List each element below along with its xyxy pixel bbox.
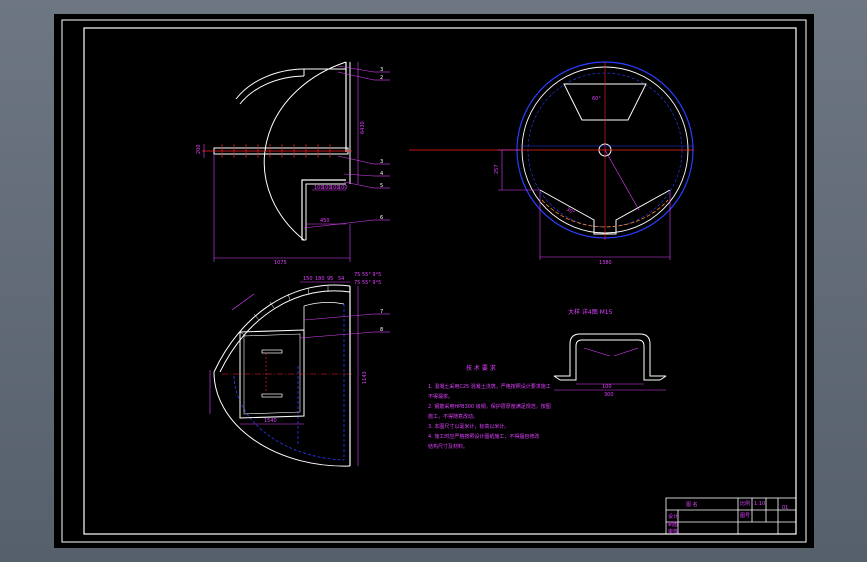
tl-thickness-dim: 200 [196, 144, 202, 154]
bl-dim-d: 54 [338, 276, 344, 282]
tb-sheet-value: 01 [782, 505, 788, 511]
tr-width-dim: 1380 [599, 260, 612, 266]
top-right-view: 60° 1380 257 30° [409, 61, 694, 266]
note-line: 2. 钢筋采用HPB300 级钢，保护层厚度满足规范，按图 [428, 403, 551, 410]
tl-callout-4: 4 [380, 171, 383, 177]
tb-scale-label: 比例 [740, 500, 750, 507]
bl-height-dim: 1143 [362, 371, 368, 384]
note-line: 结构尺寸及材料。 [428, 443, 468, 450]
tb-scale-value: 1:10 [754, 501, 765, 507]
detail-outer-dim: 300 [604, 392, 614, 398]
tl-bottom-dim-4: 100 [338, 185, 348, 191]
note-line: 施工，不得随意改动。 [428, 413, 478, 420]
tr-chord-dim: 30° [565, 207, 576, 217]
note-line: 3. 本图尺寸以毫米计，标高以米计。 [428, 423, 509, 430]
top-left-view: 200 6430 1075 450 3 2 3 4 5 6 100 100 10… [196, 61, 390, 266]
bl-note-a: 75 55° 9°5 [354, 272, 381, 278]
tl-width-dim: 1075 [274, 260, 287, 266]
bl-dim-c: 95 [327, 276, 333, 282]
notes-title: 技 术 要 求 [466, 364, 496, 372]
detail-title: 大样 详4图 M15 [568, 308, 613, 316]
bl-callout-7: 7 [380, 309, 383, 315]
bl-callout-8: 8 [380, 327, 383, 333]
note-line: 4. 施工时应严格按照设计图纸施工，不得擅自修改 [428, 433, 539, 440]
tl-callout-5: 5 [380, 183, 383, 189]
tl-callout-1: 3 [380, 67, 383, 73]
technical-notes: 技 术 要 求 1. 混凝土采用C25 混凝土浇筑，严格按照设计要求施工 不得漏… [428, 364, 551, 450]
tr-side-dim: 257 [494, 164, 500, 174]
tb-row-label: 制图 [668, 521, 678, 528]
tl-callout-6: 6 [380, 215, 383, 221]
drawing-sheet: 200 6430 1075 450 3 2 3 4 5 6 100 100 10… [54, 14, 814, 548]
tb-drawing-name: 图 名 [686, 501, 698, 508]
tl-height-dim: 6430 [360, 121, 366, 134]
detail-view: 大样 详4图 M15 100 300 [553, 308, 667, 398]
bl-dim-a: 150 [303, 276, 313, 282]
cad-drawing: 200 6430 1075 450 3 2 3 4 5 6 100 100 10… [61, 19, 807, 543]
tl-opening-dim: 450 [320, 218, 330, 224]
note-line: 1. 混凝土采用C25 混凝土浇筑，严格按照设计要求施工 [428, 383, 551, 390]
bottom-left-view: 150 180 95 54 75 55° 9°5 75 55° 9°5 1540… [209, 272, 390, 467]
note-line: 不得漏浆。 [428, 393, 453, 400]
bl-dim-b: 180 [315, 276, 325, 282]
bl-note-b: 75 55° 9°5 [354, 280, 381, 286]
inner-frame [83, 27, 797, 535]
tl-callout-2: 2 [380, 75, 383, 81]
outer-frame [61, 19, 807, 543]
tb-sheet-label: 图号 [740, 513, 750, 519]
tl-callout-3: 3 [380, 159, 383, 165]
bl-inner-dim: 1540 [264, 418, 277, 424]
tb-row-label: 审核 [668, 528, 678, 535]
tr-angle-dim: 60° [592, 96, 601, 102]
tb-row-label: 设计 [668, 513, 678, 520]
detail-inner-dim: 100 [602, 384, 612, 390]
